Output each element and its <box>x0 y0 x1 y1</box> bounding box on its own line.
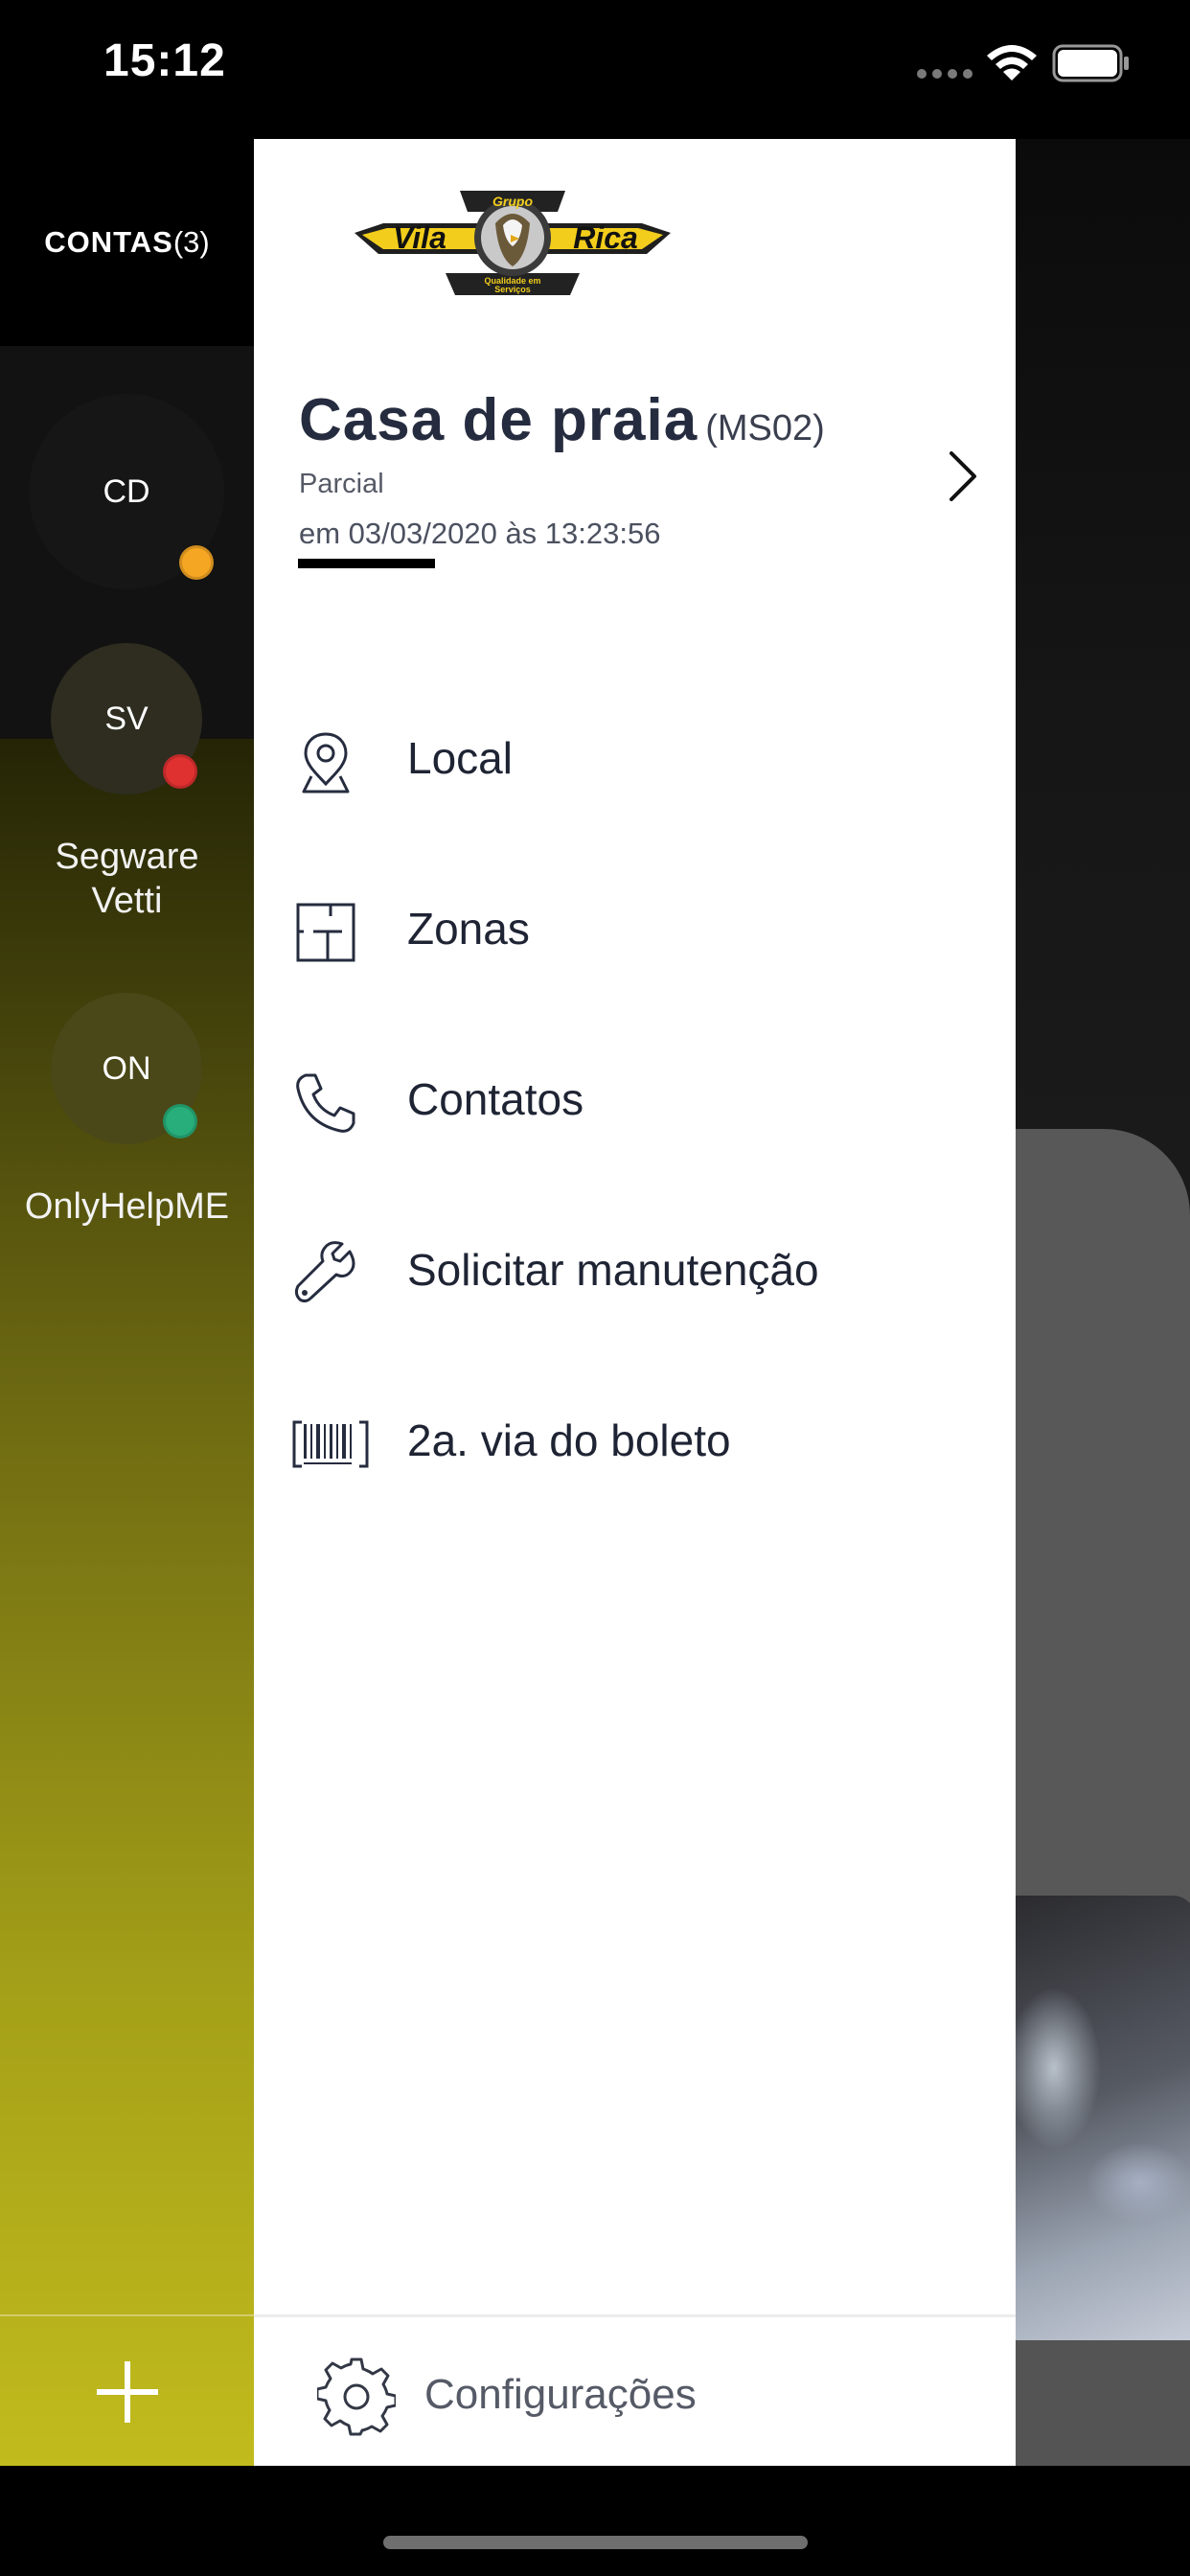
site-arm-status: Parcial <box>299 469 384 499</box>
company-logo: Grupo Vila Rica Qualidade em Serviços <box>355 191 671 295</box>
gear-icon <box>317 2358 396 2436</box>
chevron-right-icon[interactable] <box>946 448 980 505</box>
menu-label: Local <box>407 733 513 783</box>
svg-text:Vila: Vila <box>393 220 446 255</box>
add-account-button[interactable] <box>0 2314 254 2468</box>
floor-plan-icon <box>296 903 355 962</box>
menu-item-contatos[interactable]: Contatos <box>254 1024 1016 1177</box>
battery-icon <box>1052 44 1129 82</box>
menu-item-zonas[interactable]: Zonas <box>254 853 1016 1006</box>
home-bar-area <box>0 2466 1190 2576</box>
menu-item-local[interactable]: Local <box>254 682 1016 836</box>
home-indicator[interactable] <box>383 2536 808 2549</box>
site-title: Casa de praia (MS02) <box>299 386 825 454</box>
account-item-on[interactable]: ON OnlyHelpME <box>0 993 254 1280</box>
phone-icon <box>296 1073 355 1133</box>
site-status-date: em 03/03/2020 às 13:23:56 <box>299 517 661 550</box>
accounts-rail: CONTAS (3) CD SV Segware Vetti ON OnlyHel… <box>0 139 254 2466</box>
status-bar: 15:12 <box>0 0 1190 139</box>
site-name: Casa de praia <box>299 387 698 453</box>
svg-text:Serviços: Serviços <box>494 285 531 294</box>
background-camera-image <box>1016 1896 1190 2340</box>
navigation-drawer: Grupo Vila Rica Qualidade em Serviços Ca… <box>254 139 1016 2466</box>
menu-label: Solicitar manutenção <box>407 1245 819 1295</box>
account-item-sv[interactable]: SV Segware Vetti <box>0 643 254 988</box>
location-pin-icon <box>302 732 350 794</box>
svg-text:Grupo: Grupo <box>492 194 533 209</box>
plus-icon <box>96 2361 158 2423</box>
menu-label: Zonas <box>407 904 530 954</box>
svg-text:Rica: Rica <box>573 220 638 255</box>
accounts-count: (3) <box>172 225 210 259</box>
menu-item-boleto[interactable]: 2a. via do boleto <box>254 1365 1016 1518</box>
accounts-header-label: CONTAS <box>44 225 173 259</box>
menu-label: Contatos <box>407 1074 584 1124</box>
avatar-initials: ON <box>102 1049 151 1087</box>
wrench-icon <box>294 1241 355 1303</box>
status-time: 15:12 <box>103 35 226 86</box>
settings-label: Configurações <box>424 2371 697 2418</box>
account-name: OnlyHelpME <box>24 1186 230 1227</box>
avatar-initials: CD <box>103 472 150 510</box>
settings-button[interactable]: Configurações <box>254 2314 1016 2469</box>
cellular-signal-icon <box>917 69 973 79</box>
site-code: (MS02) <box>705 408 825 448</box>
barcode-icon <box>292 1420 369 1468</box>
wifi-icon <box>987 45 1037 80</box>
avatar-initials: SV <box>104 700 149 737</box>
status-dot-ok <box>163 1104 197 1138</box>
status-dot-warning <box>179 545 214 580</box>
menu-label: 2a. via do boleto <box>407 1415 731 1465</box>
status-underline <box>298 559 435 568</box>
account-name: Segware Vetti <box>55 837 199 921</box>
menu-item-solicitar-manutencao[interactable]: Solicitar manutenção <box>254 1194 1016 1347</box>
background-bottom-bar <box>1016 2340 1190 2466</box>
status-dot-alarm <box>163 754 197 789</box>
accounts-header: CONTAS (3) <box>0 139 254 346</box>
